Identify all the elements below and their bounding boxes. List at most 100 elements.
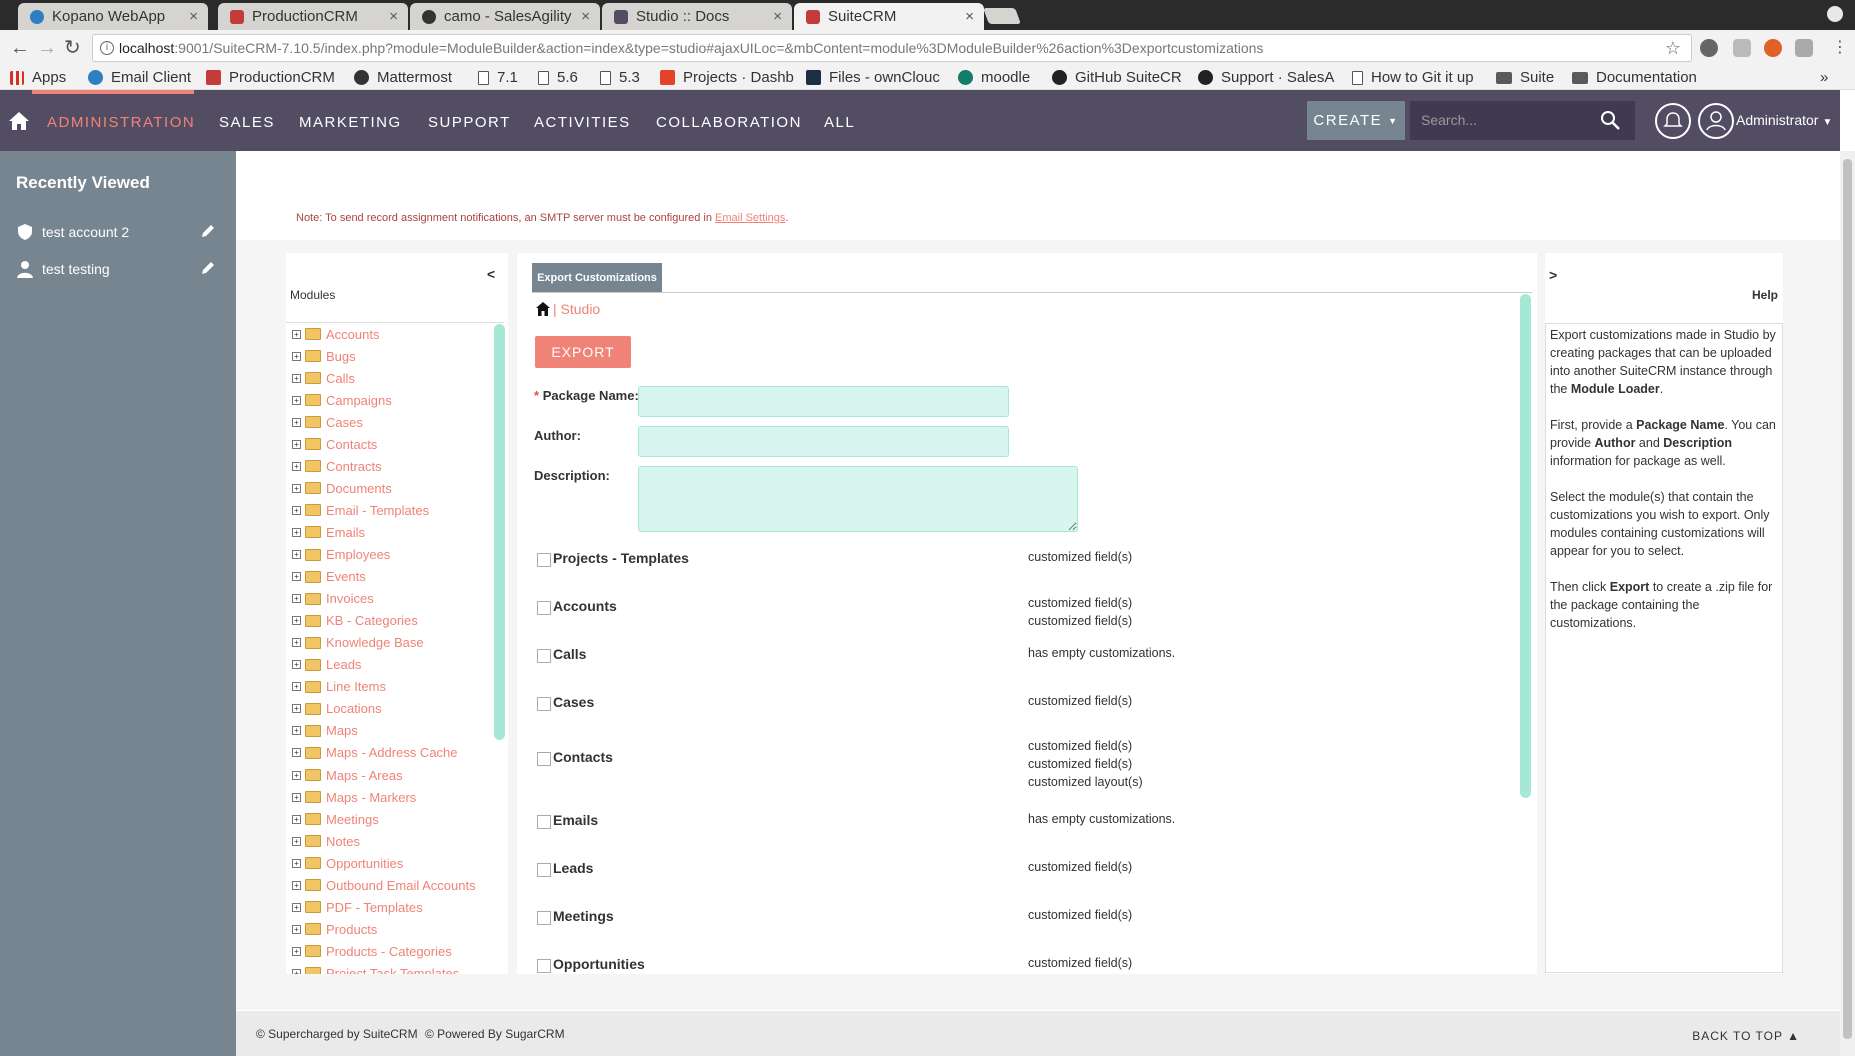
expand-plus-icon[interactable]: + [292, 616, 301, 626]
nav-support[interactable]: SUPPORT [428, 114, 511, 131]
extension-box-icon[interactable] [1795, 39, 1813, 57]
expand-plus-icon[interactable]: + [292, 924, 301, 934]
module-tree-label[interactable]: Line Items [326, 679, 386, 694]
module-tree-label[interactable]: Cases [326, 415, 363, 430]
extension-g-icon[interactable] [1733, 39, 1751, 57]
nav-marketing[interactable]: MARKETING [299, 114, 402, 131]
module-tree-label[interactable]: Meetings [326, 812, 379, 827]
recent-item-test-testing[interactable]: test testing [16, 260, 216, 278]
module-tree-label[interactable]: Invoices [326, 591, 374, 606]
home-icon[interactable] [536, 302, 550, 316]
module-tree-label[interactable]: Maps - Markers [326, 790, 416, 805]
expand-plus-icon[interactable]: + [292, 792, 301, 802]
expand-plus-icon[interactable]: + [292, 594, 301, 604]
module-tree-label[interactable]: Calls [326, 371, 355, 386]
bookmark-github-suitecrm[interactable]: GitHub SuiteCR [1052, 69, 1182, 86]
new-tab-button[interactable] [983, 8, 1021, 24]
module-checkbox[interactable] [537, 649, 551, 663]
bookmark-support-salesagility[interactable]: Support · SalesA [1198, 69, 1334, 86]
tab-export-customizations[interactable]: Export Customizations [532, 263, 662, 292]
bookmark-documentation-folder[interactable]: Documentation [1572, 69, 1697, 86]
module-tree-item[interactable]: + Outbound Email Accounts [292, 876, 476, 894]
expand-plus-icon[interactable]: + [292, 858, 301, 868]
back-to-top-link[interactable]: BACK TO TOP ▲ [1692, 1029, 1800, 1043]
expand-plus-icon[interactable]: + [292, 902, 301, 912]
module-checkbox[interactable] [537, 697, 551, 711]
module-tree-item[interactable]: + Calls [292, 369, 355, 387]
expand-plus-icon[interactable]: + [292, 968, 301, 974]
search-icon[interactable] [1600, 110, 1620, 130]
page-scrollbar[interactable] [1840, 151, 1855, 1056]
expand-plus-icon[interactable]: + [292, 483, 301, 493]
bookmark-projects-dashboard[interactable]: Projects · Dashb [660, 69, 794, 86]
supercharged-link[interactable]: © Supercharged by SuiteCRM [256, 1027, 418, 1041]
user-menu[interactable]: Administrator ▼ [1736, 112, 1832, 128]
expand-plus-icon[interactable]: + [292, 351, 301, 361]
module-tree-item[interactable]: + Contracts [292, 457, 382, 475]
module-tree-label[interactable]: Notes [326, 834, 360, 849]
breadcrumb-studio-link[interactable]: | Studio [553, 301, 600, 317]
bookmark-5-6[interactable]: 5.6 [538, 69, 578, 86]
expand-plus-icon[interactable]: + [292, 682, 301, 692]
module-tree-label[interactable]: Accounts [326, 327, 379, 342]
description-textarea[interactable] [638, 466, 1078, 532]
module-tree-item[interactable]: + Events [292, 568, 366, 586]
module-tree-label[interactable]: Campaigns [326, 393, 392, 408]
module-tree-item[interactable]: + Knowledge Base [292, 634, 424, 652]
module-tree-label[interactable]: Events [326, 569, 366, 584]
module-tree-item[interactable]: + Project Task Templates [292, 964, 459, 974]
modules-scrollbar[interactable] [494, 324, 505, 740]
reload-icon[interactable]: ↻ [64, 38, 81, 58]
module-tree-item[interactable]: + Notes [292, 832, 360, 850]
module-tree-item[interactable]: + Invoices [292, 590, 374, 608]
info-icon[interactable]: i [100, 41, 114, 55]
browser-tab-productioncrm[interactable]: ProductionCRM × [218, 3, 408, 30]
module-tree-label[interactable]: Contacts [326, 437, 377, 452]
browser-menu-icon[interactable]: ⋮ [1832, 38, 1848, 58]
bookmark-suite-folder[interactable]: Suite [1496, 69, 1554, 86]
create-button[interactable]: CREATE ▼ [1307, 101, 1405, 140]
expand-plus-icon[interactable]: + [292, 660, 301, 670]
close-icon[interactable]: × [965, 8, 974, 25]
expand-plus-icon[interactable]: + [292, 770, 301, 780]
close-icon[interactable]: × [189, 8, 198, 25]
module-tree-item[interactable]: + Maps - Areas [292, 766, 403, 784]
module-checkbox[interactable] [537, 959, 551, 973]
bookmark-productioncrm[interactable]: ProductionCRM [206, 69, 335, 86]
back-arrow-icon[interactable]: ← [10, 38, 30, 58]
module-tree-item[interactable]: + Opportunities [292, 854, 403, 872]
module-tree-label[interactable]: Knowledge Base [326, 635, 424, 650]
module-tree-item[interactable]: + PDF - Templates [292, 898, 423, 916]
bookmark-moodle[interactable]: moodle [958, 69, 1030, 86]
browser-tab-suitecrm[interactable]: SuiteCRM × [794, 3, 984, 30]
modules-collapse-button[interactable]: < [487, 266, 495, 282]
module-checkbox[interactable] [537, 553, 551, 567]
expand-plus-icon[interactable]: + [292, 439, 301, 449]
module-tree-item[interactable]: + Emails [292, 523, 365, 541]
expand-plus-icon[interactable]: + [292, 946, 301, 956]
expand-plus-icon[interactable]: + [292, 395, 301, 405]
module-checkbox[interactable] [537, 815, 551, 829]
edit-pencil-icon[interactable] [200, 260, 216, 276]
nav-administration[interactable]: ADMINISTRATION [31, 90, 195, 131]
module-tree-item[interactable]: + Line Items [292, 678, 386, 696]
recent-item-test-account-2[interactable]: test account 2 [16, 223, 216, 241]
expand-plus-icon[interactable]: + [292, 527, 301, 537]
export-panel-scrollbar[interactable] [1520, 294, 1531, 798]
module-tree-label[interactable]: Bugs [326, 349, 356, 364]
bookmark-files-owncloud[interactable]: Files - ownClouc [806, 69, 940, 86]
author-input[interactable] [638, 426, 1009, 457]
module-tree-label[interactable]: Locations [326, 701, 382, 716]
module-tree-item[interactable]: + Leads [292, 656, 361, 674]
export-button[interactable]: EXPORT [535, 336, 631, 368]
module-tree-label[interactable]: Employees [326, 547, 390, 562]
module-tree-label[interactable]: Maps - Address Cache [326, 745, 458, 760]
module-tree-label[interactable]: Contracts [326, 459, 382, 474]
module-tree-label[interactable]: Maps - Areas [326, 768, 403, 783]
module-tree-label[interactable]: Project Task Templates [326, 966, 459, 974]
close-icon[interactable]: × [389, 8, 398, 25]
edit-pencil-icon[interactable] [200, 223, 216, 239]
module-tree-item[interactable]: + Maps - Address Cache [292, 744, 458, 762]
module-tree-label[interactable]: Documents [326, 481, 392, 496]
module-tree-label[interactable]: Maps [326, 723, 358, 738]
